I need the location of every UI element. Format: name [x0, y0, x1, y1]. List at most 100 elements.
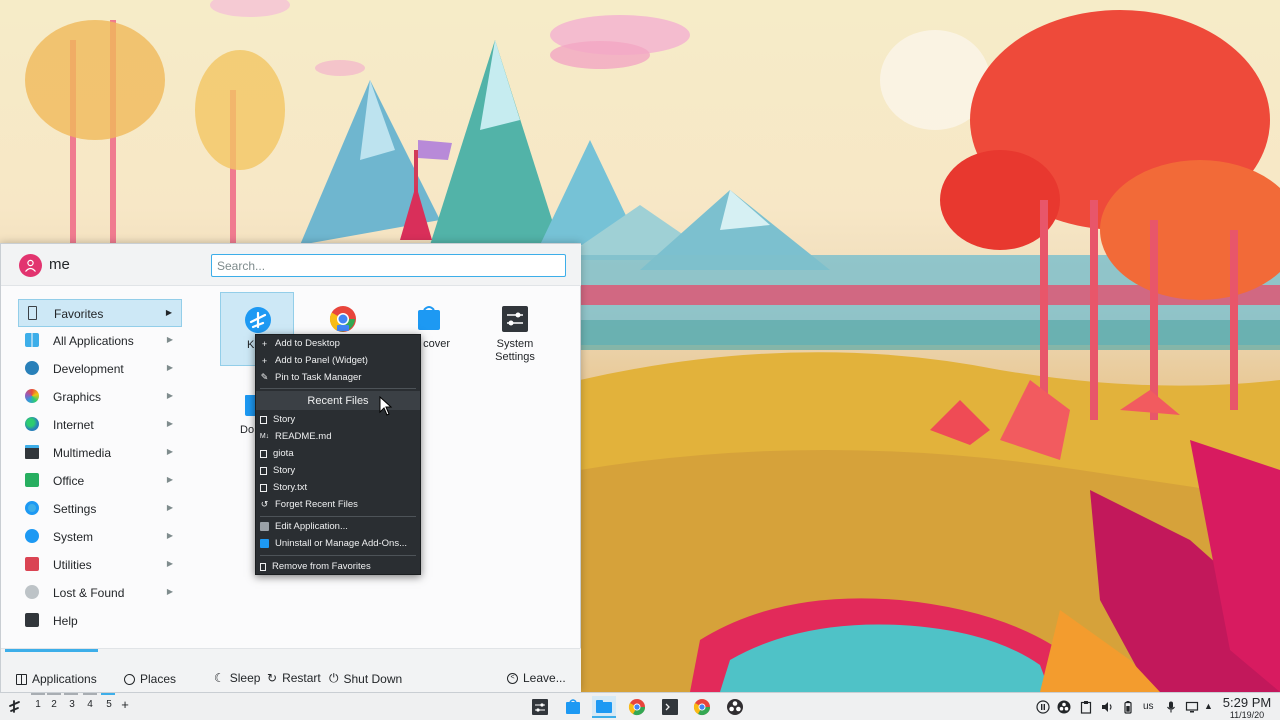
category-multimedia[interactable]: Multimedia ▶	[18, 439, 182, 467]
discover-icon	[260, 539, 269, 548]
task-chrome[interactable]	[690, 696, 714, 718]
keyboard-layout-indicator[interactable]: us	[1143, 701, 1154, 712]
pager-indicator	[31, 693, 45, 695]
category-office[interactable]: Office ▶	[18, 467, 182, 495]
desktop-2[interactable]: 2	[46, 699, 62, 710]
recent-file-item[interactable]: Story	[256, 411, 420, 428]
tab-label: Places	[140, 672, 177, 686]
category-development[interactable]: Development ▶	[18, 355, 182, 383]
category-label: Graphics	[53, 390, 102, 404]
shutdown-button[interactable]: ⏻ Shut Down	[329, 671, 402, 686]
active-tab-indicator	[5, 649, 98, 652]
menu-item-label: Story	[273, 414, 296, 425]
menu-separator	[260, 555, 416, 556]
menu-item-label: Remove from Favorites	[272, 561, 371, 572]
task-terminal[interactable]	[658, 696, 682, 718]
category-all-applications[interactable]: All Applications ▶	[18, 327, 182, 355]
plus-icon: +	[261, 338, 268, 349]
category-help[interactable]: Help	[18, 607, 182, 635]
clipboard-icon[interactable]	[1079, 700, 1093, 714]
tab-applications[interactable]: Applications	[16, 672, 97, 686]
recent-file-item[interactable]: M↓ README.md	[256, 428, 420, 445]
button-label: Leave...	[523, 671, 566, 685]
category-label: Utilities	[53, 558, 92, 572]
menu-item-label: README.md	[275, 431, 332, 442]
microphone-icon[interactable]	[1164, 700, 1178, 714]
menu-item-label: Uninstall or Manage Add-Ons...	[275, 538, 408, 549]
network-icon[interactable]	[1185, 700, 1199, 714]
chevron-right-icon: ▶	[166, 587, 173, 596]
restart-icon: ↻	[267, 671, 278, 685]
category-settings[interactable]: Settings ▶	[18, 495, 182, 523]
favorite-system-settings[interactable]: System Settings	[478, 292, 552, 366]
obs-icon	[727, 699, 743, 715]
system-icon	[25, 529, 39, 543]
volume-icon[interactable]	[1100, 700, 1114, 714]
task-system-settings[interactable]	[528, 696, 552, 718]
grid-icon	[16, 673, 27, 685]
menu-item-add-to-panel[interactable]: + Add to Panel (Widget)	[256, 352, 420, 369]
category-internet[interactable]: Internet ▶	[18, 411, 182, 439]
avatar[interactable]	[19, 254, 42, 277]
sleep-button[interactable]: ☾ Sleep	[214, 671, 260, 685]
recent-file-item[interactable]: Story	[256, 462, 420, 479]
category-label: Lost & Found	[53, 586, 125, 600]
menu-item-remove-from-favorites[interactable]: Remove from Favorites	[256, 558, 420, 575]
category-utilities[interactable]: Utilities ▶	[18, 551, 182, 579]
text-file-icon	[260, 483, 267, 492]
recent-file-item[interactable]: giota	[256, 445, 420, 462]
desktop-3[interactable]: 3	[64, 699, 80, 710]
leave-button[interactable]: < Leave...	[507, 671, 566, 685]
task-chrome-dev[interactable]	[625, 696, 649, 718]
category-favorites[interactable]: Favorites ▶	[18, 299, 182, 327]
task-dolphin[interactable]	[592, 696, 616, 718]
category-label: Development	[53, 362, 124, 376]
discover-icon	[566, 699, 580, 714]
add-desktop-button[interactable]: +	[117, 697, 133, 712]
menu-item-uninstall[interactable]: Uninstall or Manage Add-Ons...	[256, 535, 420, 552]
compass-icon	[124, 673, 135, 685]
category-lost-and-found[interactable]: Lost & Found ▶	[18, 579, 182, 607]
chevron-right-icon: ▶	[166, 531, 173, 540]
desktop-5[interactable]: 5	[101, 699, 117, 710]
app-launcher-button[interactable]	[6, 698, 23, 715]
mouse-cursor-icon	[379, 396, 393, 416]
menu-item-forget-recent-files[interactable]: ↺ Forget Recent Files	[256, 496, 420, 513]
chevron-right-icon: ▶	[166, 391, 173, 400]
category-graphics[interactable]: Graphics ▶	[18, 383, 182, 411]
task-discover[interactable]	[561, 696, 585, 718]
category-label: Internet	[53, 418, 94, 432]
dots-icon	[25, 585, 39, 599]
battery-icon[interactable]	[1121, 700, 1135, 714]
document-icon	[25, 473, 39, 487]
leave-icon: <	[507, 672, 518, 684]
recent-file-item[interactable]: Story.txt	[256, 479, 420, 496]
menu-item-label: Add to Panel (Widget)	[275, 355, 368, 366]
button-label: Sleep	[229, 671, 261, 685]
tab-places[interactable]: Places	[124, 672, 176, 686]
settings-icon	[25, 501, 39, 515]
menu-item-add-to-desktop[interactable]: + Add to Desktop	[256, 335, 420, 352]
restart-button[interactable]: ↻ Restart	[267, 671, 321, 685]
menu-item-edit-application[interactable]: Edit Application...	[256, 518, 420, 535]
clock-time[interactable]: 5:29 PM	[1222, 695, 1272, 710]
search-input[interactable]	[211, 254, 566, 277]
kde-app-icon	[245, 307, 271, 333]
category-label: System	[53, 530, 94, 544]
file-icon	[260, 449, 267, 458]
chevron-right-icon: ▶	[166, 335, 173, 344]
bookmark-icon	[260, 562, 266, 571]
obs-tray-icon[interactable]	[1057, 700, 1071, 714]
desktop-1[interactable]: 1	[30, 699, 46, 710]
category-system[interactable]: System ▶	[18, 523, 182, 551]
clock-date[interactable]: 11/19/20	[1222, 710, 1272, 720]
desktop-4[interactable]: 4	[82, 699, 98, 710]
chevron-right-icon: ▶	[166, 419, 173, 428]
dolphin-icon	[596, 700, 612, 713]
menu-item-pin-to-task-manager[interactable]: ✎ Pin to Task Manager	[256, 369, 420, 386]
media-pause-icon[interactable]	[1036, 700, 1050, 714]
pin-icon: ✎	[260, 372, 269, 382]
task-obs[interactable]	[723, 696, 747, 718]
code-icon	[25, 361, 39, 375]
expand-tray-icon[interactable]: ▲	[1204, 701, 1218, 715]
